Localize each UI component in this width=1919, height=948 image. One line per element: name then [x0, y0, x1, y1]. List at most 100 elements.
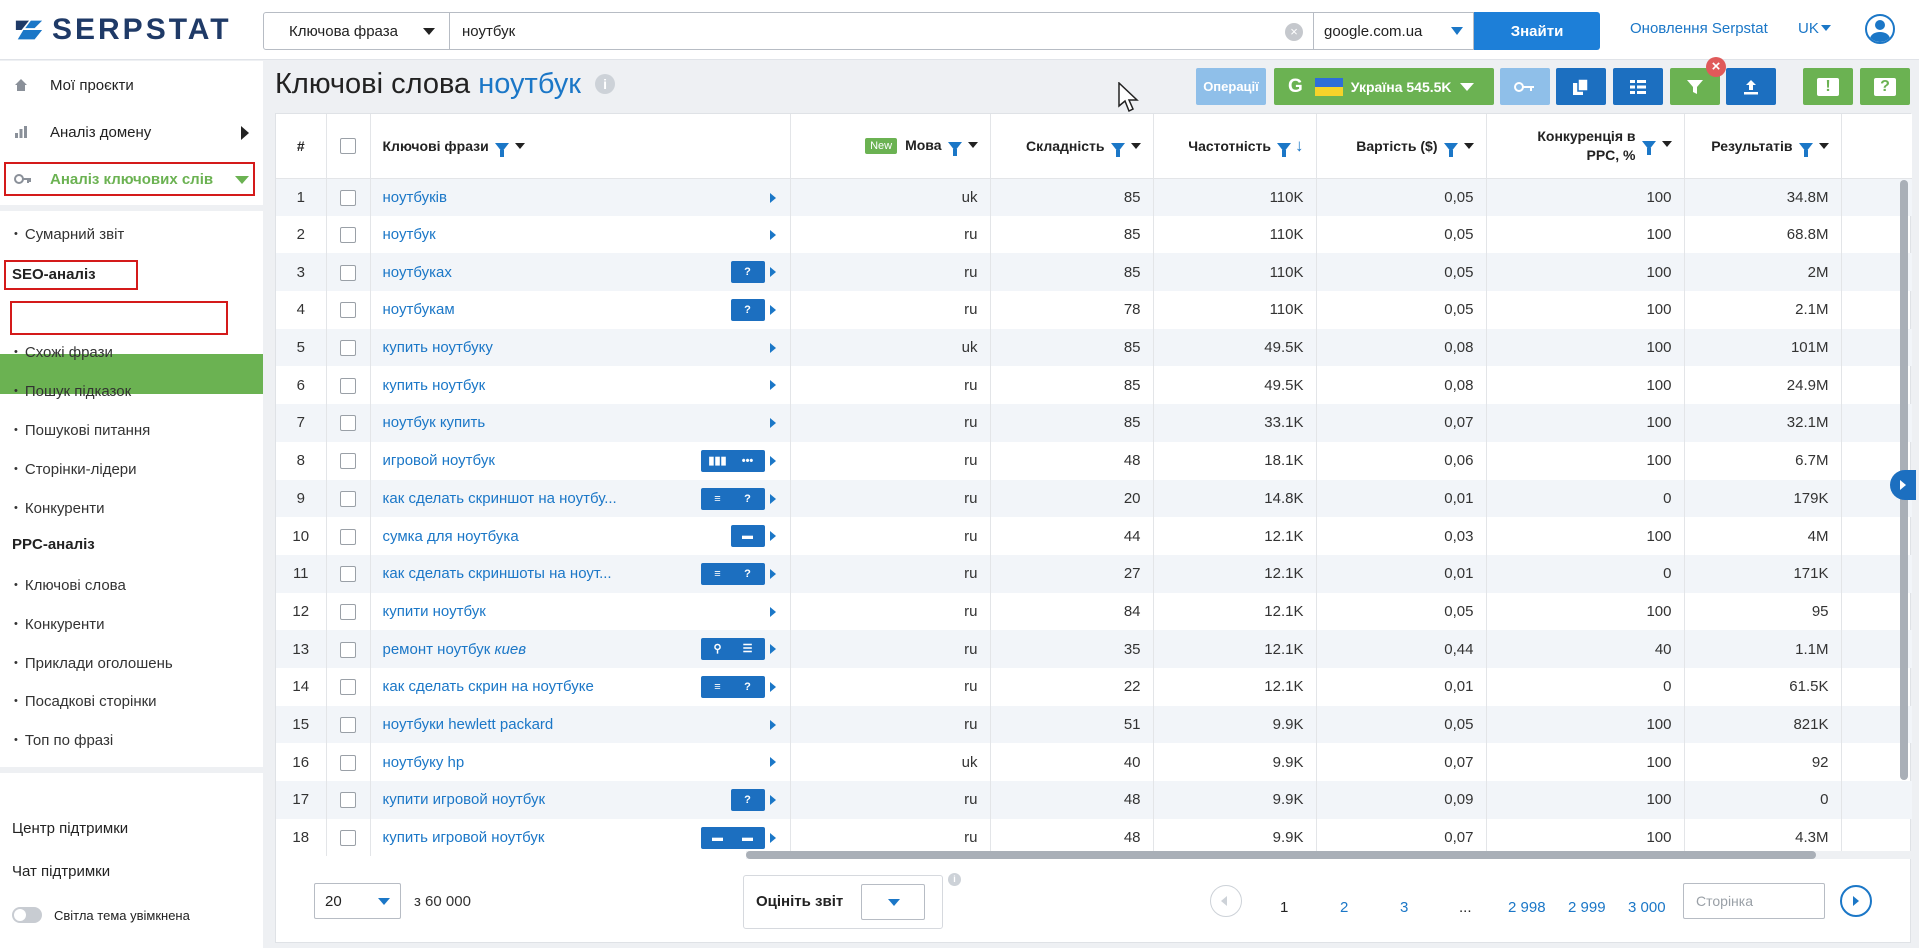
expand-arrow-icon[interactable] — [769, 606, 776, 617]
sidebar-item-top-by-phrase[interactable]: Топ по фразі — [14, 732, 113, 749]
row-checkbox[interactable] — [340, 603, 356, 620]
remove-filter-icon[interactable]: × — [1706, 57, 1726, 77]
sidebar-item-keyword-selection[interactable]: Підбір ключових фраз — [24, 306, 192, 323]
sidebar-item-top-pages[interactable]: Сторінки-лідери — [14, 461, 137, 478]
row-checkbox[interactable] — [340, 641, 356, 658]
row-checkbox[interactable] — [340, 189, 356, 206]
keyword-link[interactable]: ноутбуків — [383, 189, 447, 206]
page-link[interactable]: 3 000 — [1628, 899, 1666, 916]
col-cost[interactable]: Вартість ($) — [1316, 114, 1487, 179]
columns-button[interactable] — [1613, 68, 1663, 105]
serp-feature-icon[interactable]: ▬ — [730, 826, 765, 849]
page-link[interactable]: 2 998 — [1508, 899, 1546, 916]
serp-feature-icon[interactable]: ▮▮▮ — [700, 449, 735, 472]
sidebar-item-keyword-analysis[interactable]: Аналіз ключових слів — [14, 161, 249, 197]
theme-toggle[interactable]: Світла тема увімкнена — [12, 907, 190, 923]
page-link[interactable]: 2 999 — [1568, 899, 1606, 916]
sidebar-item-ad-examples[interactable]: Приклади оголошень — [14, 655, 173, 672]
sidebar-item-my-projects[interactable]: Мої проєкти — [14, 67, 134, 103]
expand-arrow-icon[interactable] — [769, 229, 776, 240]
serp-feature-icon[interactable]: ☰ — [730, 638, 765, 661]
expand-arrow-icon[interactable] — [769, 418, 776, 429]
next-page-button[interactable] — [1840, 885, 1872, 917]
scroll-right-button[interactable] — [1890, 470, 1916, 500]
expand-arrow-icon[interactable] — [769, 267, 776, 278]
row-checkbox[interactable] — [340, 490, 356, 507]
col-difficulty[interactable]: Складність — [990, 114, 1154, 179]
keyword-link[interactable]: ремонт ноутбук киев — [383, 641, 527, 658]
expand-arrow-icon[interactable] — [769, 531, 776, 542]
expand-arrow-icon[interactable] — [769, 832, 776, 843]
expand-arrow-icon[interactable] — [769, 380, 776, 391]
row-checkbox[interactable] — [340, 227, 356, 244]
page-link[interactable]: 2 — [1340, 899, 1348, 916]
keyword-link[interactable]: купить игровой ноутбук — [383, 829, 545, 846]
sidebar-item-summary[interactable]: Сумарний звіт — [14, 226, 124, 243]
serp-feature-icon[interactable]: ? — [730, 261, 765, 284]
col-language[interactable]: New Мова — [790, 114, 991, 179]
row-checkbox[interactable] — [340, 754, 356, 771]
keyword-link[interactable]: купить ноутбуку — [383, 339, 493, 356]
expand-arrow-icon[interactable] — [769, 757, 776, 768]
rate-select[interactable] — [861, 884, 925, 920]
sort-caret-icon[interactable] — [967, 142, 978, 149]
keyword-link[interactable]: игровой ноутбук — [383, 452, 495, 469]
expand-arrow-icon[interactable] — [769, 342, 776, 353]
serp-feature-icon[interactable]: ••• — [730, 449, 765, 472]
support-chat-link[interactable]: Чат підтримки — [12, 863, 110, 880]
sidebar-item-competitors[interactable]: Конкуренти — [14, 500, 105, 517]
sort-caret-icon[interactable] — [1661, 141, 1672, 148]
database-select[interactable]: google.com.ua — [1314, 12, 1474, 50]
language-select[interactable]: UK — [1798, 20, 1831, 37]
row-checkbox[interactable] — [340, 679, 356, 696]
filter-icon[interactable] — [1277, 142, 1291, 157]
serp-feature-icon[interactable]: ? — [730, 675, 765, 698]
serp-feature-icon[interactable]: ≡ — [700, 562, 735, 585]
toggle-switch[interactable] — [12, 907, 42, 923]
clear-icon[interactable]: × — [1285, 23, 1303, 41]
expand-arrow-icon[interactable] — [769, 795, 776, 805]
filter-icon[interactable] — [1641, 141, 1656, 156]
filter-icon[interactable] — [1110, 142, 1125, 157]
expand-arrow-icon[interactable] — [769, 681, 776, 692]
serpstat-logo[interactable]: SERPSTAT — [14, 13, 232, 47]
sort-desc-icon[interactable]: ↓ — [1295, 136, 1304, 155]
sidebar-item-suggestions[interactable]: Пошук підказок — [14, 383, 131, 400]
user-avatar-icon[interactable] — [1865, 14, 1895, 44]
expand-arrow-icon[interactable] — [769, 305, 776, 316]
serp-feature-icon[interactable]: ? — [730, 299, 765, 322]
region-select[interactable]: G Україна 545.5K — [1274, 68, 1494, 105]
page-link-current[interactable]: 1 — [1280, 899, 1288, 916]
row-checkbox[interactable] — [340, 302, 356, 319]
row-checkbox[interactable] — [340, 377, 356, 394]
row-checkbox[interactable] — [340, 528, 356, 545]
keyword-link[interactable]: как сделать скриншот на ноутбу... — [383, 490, 617, 507]
search-input[interactable]: ноутбук × — [450, 12, 1314, 50]
operations-button[interactable]: Операції — [1196, 68, 1266, 105]
sidebar-item-ppc-competitors[interactable]: Конкуренти — [14, 616, 105, 633]
select-all-checkbox[interactable] — [340, 138, 356, 155]
serp-feature-icon[interactable]: ? — [730, 487, 765, 510]
sort-caret-icon[interactable] — [1130, 142, 1141, 149]
serp-feature-icon[interactable]: ▬ — [730, 525, 765, 548]
keyword-link[interactable]: ноутбуку hp — [383, 754, 465, 771]
sidebar-item-questions[interactable]: Пошукові питання — [14, 422, 150, 439]
sidebar-item-domain-analysis[interactable]: Аналіз домену — [14, 114, 249, 150]
search-button[interactable]: Знайти — [1474, 12, 1600, 50]
col-keyword[interactable]: Ключові фрази — [370, 114, 791, 179]
expand-arrow-icon[interactable] — [769, 455, 776, 466]
col-competition[interactable]: Конкуренція в PPC, % — [1486, 114, 1685, 179]
keyword-link[interactable]: как сделать скрин на ноутбуке — [383, 678, 594, 695]
support-center-link[interactable]: Центр підтримки — [12, 820, 128, 837]
updates-link[interactable]: Оновлення Serpstat — [1630, 20, 1768, 37]
sidebar-item-landing-pages[interactable]: Посадкові сторінки — [14, 693, 157, 710]
keyword-link[interactable]: купить ноутбук — [383, 377, 486, 394]
query-type-select[interactable]: Ключова фраза — [263, 12, 450, 50]
keyword-link[interactable]: ноутбук — [383, 226, 436, 243]
keyword-link[interactable]: ноутбуки hewlett packard — [383, 716, 554, 733]
col-frequency[interactable]: Частотність ↓ — [1153, 114, 1317, 179]
row-checkbox[interactable] — [340, 566, 356, 583]
serp-feature-icon[interactable]: ≡ — [700, 487, 735, 510]
expand-arrow-icon[interactable] — [769, 192, 776, 203]
keyword-link[interactable]: сумка для ноутбука — [383, 528, 519, 545]
